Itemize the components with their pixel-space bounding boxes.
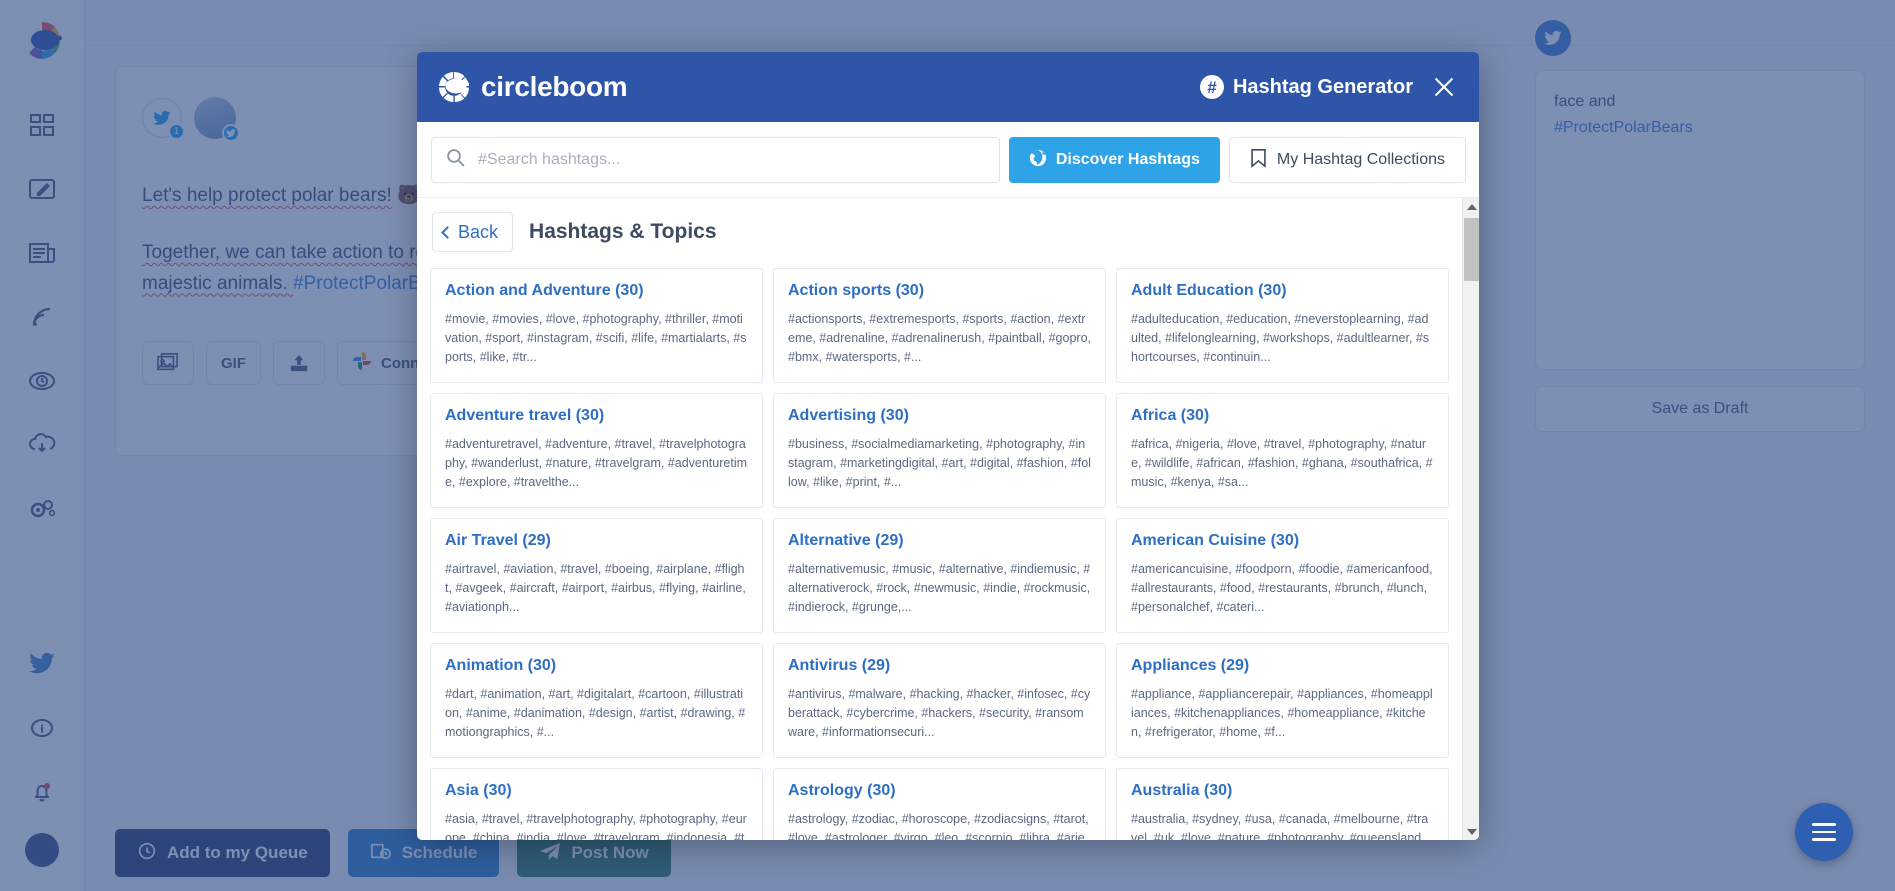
topic-card[interactable]: Adventure travel (30) #adventuretravel, #… [430, 393, 763, 508]
topic-card-tags: #asia, #travel, #travelphotography, #pho… [445, 812, 747, 840]
topic-card-title: Advertising (30) [788, 407, 909, 424]
topic-card[interactable]: Adult Education (30) #adulteducation, #ed… [1116, 268, 1449, 383]
topic-card-tags: #business, #socialmediamarketing, #photo… [788, 437, 1091, 489]
topic-card-title: Africa (30) [1131, 407, 1210, 424]
scrollbar-thumb[interactable] [1464, 218, 1479, 281]
discover-hashtags-label: Discover Hashtags [1055, 151, 1200, 168]
discover-hashtags-button[interactable]: Discover Hashtags [1008, 137, 1220, 183]
topics-scroll-inner: Back Hashtags & Topics Action and Advent… [417, 198, 1462, 840]
vertical-scrollbar[interactable] [1462, 198, 1479, 840]
topic-card[interactable]: Australia (30) #australia, #sydney, #usa,… [1116, 768, 1449, 840]
hashtag-badge-icon: # [1199, 75, 1224, 99]
circleboom-mark-icon [437, 70, 471, 104]
search-input[interactable] [476, 138, 999, 182]
topic-card-tags: #dart, #animation, #art, #digitalart, #c… [445, 687, 746, 739]
topic-card-title: Australia (30) [1131, 782, 1233, 799]
hamburger-bar-3 [1812, 838, 1836, 841]
topic-card-title: Adult Education (30) [1131, 282, 1287, 299]
search-icon [446, 148, 465, 172]
topic-card-title: Air Travel (29) [445, 532, 551, 549]
scroll-up-arrow-icon[interactable] [1463, 198, 1479, 215]
breadcrumb: Back Hashtags & Topics [430, 198, 1449, 268]
topic-card-title: American Cuisine (30) [1131, 532, 1300, 549]
brand-name: circleboom [481, 71, 628, 102]
topic-card[interactable]: Air Travel (29) #airtravel, #aviation, #t… [430, 518, 763, 633]
topic-card-title: Appliances (29) [1131, 657, 1250, 674]
topic-card[interactable]: Africa (30) #africa, #nigeria, #love, #tr… [1116, 393, 1449, 508]
modal-header: circleboom # Hashtag Generator [417, 52, 1479, 122]
chevron-left-icon [441, 225, 454, 239]
topic-card-title: Action sports (30) [788, 282, 925, 299]
hamburger-bar-2 [1812, 830, 1836, 834]
topic-card-tags: #adventuretravel, #adventure, #travel, #… [445, 437, 748, 489]
back-button-label: Back [458, 221, 499, 242]
topic-card-tags: #movie, #movies, #love, #photography, #t… [445, 312, 747, 364]
topic-card[interactable]: Asia (30) #asia, #travel, #travelphotogra… [430, 768, 763, 840]
topic-card-tags: #airtravel, #aviation, #travel, #boeing,… [445, 562, 746, 614]
modal-title: # Hashtag Generator [1199, 75, 1413, 99]
topic-card-tags: #adulteducation, #education, #neverstopl… [1131, 312, 1430, 364]
modal-title-label: Hashtag Generator [1232, 75, 1413, 98]
topic-card-title: Astrology (30) [788, 782, 896, 799]
topic-card[interactable]: Action sports (30) #actionsports, #extrem… [773, 268, 1106, 383]
brand: circleboom [437, 70, 628, 104]
bookmark-icon [1250, 148, 1267, 173]
menu-hamburger-icon[interactable] [1795, 803, 1853, 861]
topic-card[interactable]: Alternative (29) #alternativemusic, #musi… [773, 518, 1106, 633]
scroll-down-arrow-icon[interactable] [1463, 823, 1479, 840]
topic-card[interactable]: Animation (30) #dart, #animation, #art, #… [430, 643, 763, 758]
topic-card-title: Asia (30) [445, 782, 512, 799]
modal-header-right: # Hashtag Generator [1199, 74, 1457, 100]
topic-card[interactable]: Antivirus (29) #antivirus, #malware, #hac… [773, 643, 1106, 758]
topic-card-tags: #americancuisine, #foodporn, #foodie, #a… [1131, 562, 1433, 614]
topic-card-tags: #africa, #nigeria, #love, #travel, #phot… [1131, 437, 1433, 489]
globe-icon [1029, 149, 1047, 172]
my-hashtag-collections-button[interactable]: My Hashtag Collections [1228, 137, 1466, 183]
topic-card[interactable]: American Cuisine (30) #americancuisine, #… [1116, 518, 1449, 633]
topic-card-title: Alternative (29) [788, 532, 904, 549]
topic-card-tags: #actionsports, #extremesports, #sports, … [788, 312, 1091, 364]
my-hashtag-collections-label: My Hashtag Collections [1276, 151, 1445, 168]
hashtag-generator-modal: circleboom # Hashtag Generator #Search h… [417, 52, 1479, 840]
topic-card-title: Adventure travel (30) [445, 407, 605, 424]
topics-grid: Action and Adventure (30) #movie, #movies… [430, 268, 1449, 840]
topic-card[interactable]: Appliances (29) #appliance, #appliancerep… [1116, 643, 1449, 758]
page-title: Hashtags & Topics [529, 220, 717, 243]
topic-card[interactable]: Astrology (30) #astrology, #zodiac, #horo… [773, 768, 1106, 840]
topic-card-tags: #astrology, #zodiac, #horoscope, #zodiac… [788, 812, 1089, 840]
topic-card[interactable]: Action and Adventure (30) #movie, #movies… [430, 268, 763, 383]
topics-scroll-region: Back Hashtags & Topics Action and Advent… [417, 197, 1479, 840]
topic-card-title: Animation (30) [445, 657, 557, 674]
back-button[interactable]: Back [432, 212, 514, 252]
topic-card-title: Antivirus (29) [788, 657, 891, 674]
topic-card-title: Action and Adventure (30) [445, 282, 644, 299]
topic-card-tags: #antivirus, #malware, #hacking, #hacker,… [788, 687, 1091, 739]
search-row: Discover Hashtags My Hashtag Collections [417, 122, 1479, 197]
topic-card-tags: #australia, #sydney, #usa, #canada, #mel… [1131, 812, 1429, 840]
search-box[interactable] [431, 137, 1000, 183]
hamburger-bar-1 [1812, 823, 1836, 826]
close-icon[interactable] [1431, 74, 1457, 100]
topic-card-tags: #appliance, #appliancerepair, #appliance… [1131, 687, 1433, 739]
topic-card[interactable]: Advertising (30) #business, #socialmediam… [773, 393, 1106, 508]
topic-card-tags: #alternativemusic, #music, #alternative,… [788, 562, 1091, 614]
